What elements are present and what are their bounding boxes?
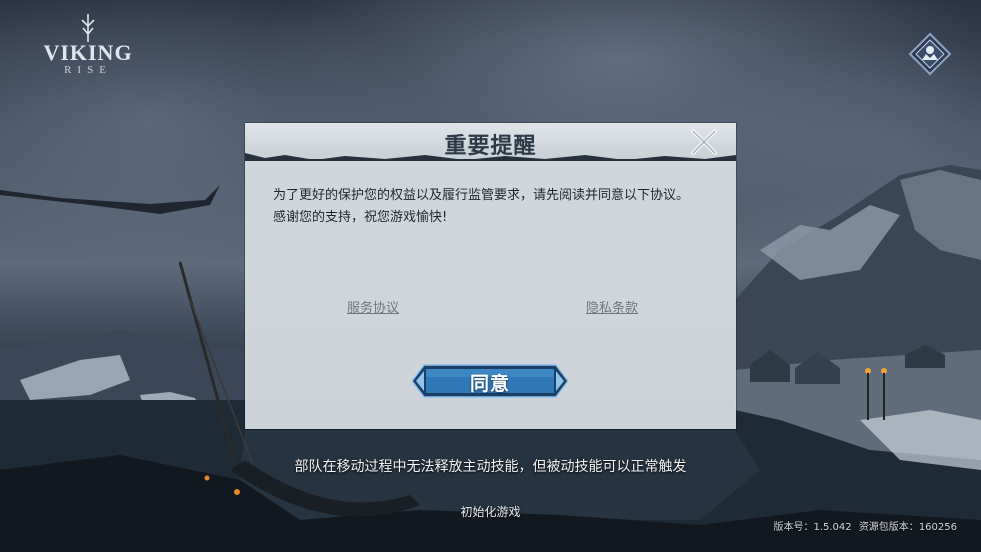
close-icon[interactable] bbox=[689, 127, 719, 157]
privacy-policy-link[interactable]: 隐私条款 bbox=[586, 297, 638, 316]
service-agreement-link[interactable]: 服务协议 bbox=[347, 297, 399, 316]
logo-subtitle: RISE bbox=[64, 64, 112, 76]
message-line-2: 感谢您的支持，祝您游戏愉快! bbox=[273, 210, 448, 225]
game-logo: VIKING RISE bbox=[32, 14, 144, 84]
dialog-header: 重要提醒 bbox=[245, 123, 736, 161]
message-line-1: 为了更好的保护您的权益以及履行监管要求，请先阅读并同意以下协议。 bbox=[273, 188, 690, 203]
dialog-title: 重要提醒 bbox=[444, 134, 537, 159]
dialog-message: 为了更好的保护您的权益以及履行监管要求，请先阅读并同意以下协议。 感谢您的支持，… bbox=[273, 185, 713, 229]
notice-dialog: 重要提醒 为了更好的保护您的权益以及履行监管要求，请先阅读并同意以下协议。 感谢… bbox=[245, 123, 736, 429]
account-badge-icon[interactable] bbox=[908, 32, 952, 76]
resource-label: 资源包版本： bbox=[858, 522, 919, 533]
version-info: 版本号：1.5.042 资源包版本：160256 bbox=[769, 518, 957, 533]
rune-icon bbox=[81, 14, 95, 42]
loading-tip: 部队在移动过程中无法释放主动技能，但被动技能可以正常触发 bbox=[294, 459, 687, 475]
resource-value: 160256 bbox=[918, 522, 957, 533]
agree-button-label: 同意 bbox=[469, 373, 510, 395]
version-value: 1.5.042 bbox=[813, 522, 852, 533]
logo-title: VIKING bbox=[43, 40, 133, 65]
agree-button[interactable]: 同意 bbox=[412, 363, 568, 399]
version-label: 版本号： bbox=[773, 522, 814, 533]
